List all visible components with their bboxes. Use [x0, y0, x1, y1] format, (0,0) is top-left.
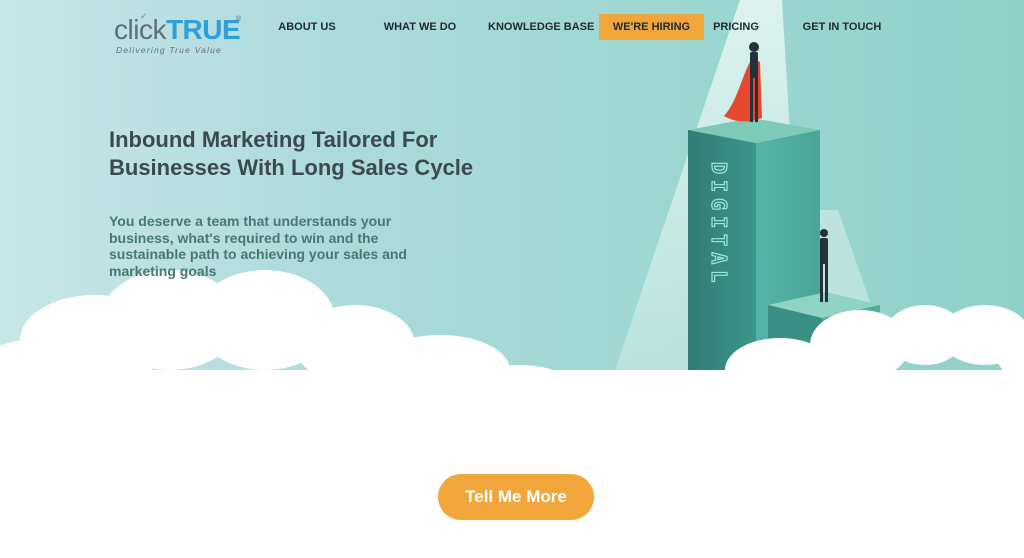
hero-headline: Inbound Marketing Tailored For Businesse…	[109, 127, 474, 180]
nav-knowledge-base[interactable]: KNOWLEDGE BASE	[488, 14, 594, 40]
cloud-bank	[0, 270, 1024, 410]
hero-section: DIGITAL ✓ clickTRUE ® Delivering True Va…	[0, 0, 1024, 410]
nav-about-us[interactable]: ABOUT US	[272, 14, 342, 40]
hero-subtext: You deserve a team that understands your…	[109, 213, 407, 279]
hero-illustration: DIGITAL	[0, 0, 1024, 410]
nav-get-in-touch[interactable]: GET IN TOUCH	[800, 14, 884, 40]
tell-me-more-button[interactable]: Tell Me More	[438, 474, 594, 520]
nav-pricing[interactable]: PRICING	[708, 14, 764, 40]
pillar-digital-text: DIGITAL	[707, 162, 731, 288]
nav-what-we-do[interactable]: WHAT WE DO	[380, 14, 460, 40]
main-nav: ABOUT US WHAT WE DO KNOWLEDGE BASE WE'RE…	[0, 0, 1024, 44]
nav-were-hiring[interactable]: WE'RE HIRING	[599, 14, 704, 40]
logo-tagline: Delivering True Value	[116, 45, 222, 55]
